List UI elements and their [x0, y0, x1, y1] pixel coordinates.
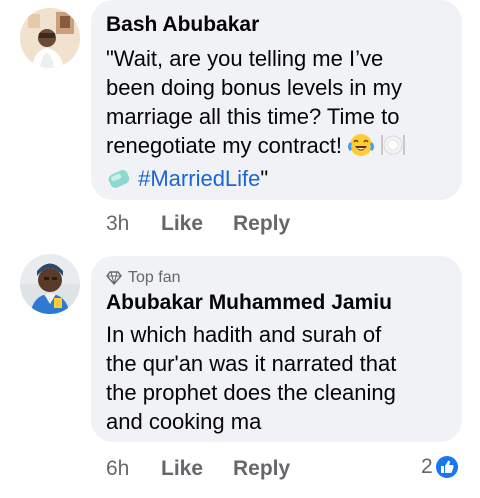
- comment-line: marriage all this time? Time to: [106, 104, 400, 129]
- comment-line: the qur'an was it narrated that: [106, 351, 397, 376]
- comment-time[interactable]: 3h: [106, 212, 161, 236]
- comment-line: the prophet does the cleaning: [106, 380, 396, 405]
- soap-emoji: [106, 166, 132, 197]
- avatar[interactable]: [20, 254, 80, 314]
- comment-line: renegotiate my contract!: [106, 133, 343, 158]
- reaction-count: 2: [421, 455, 433, 478]
- comment-line: In which hadith and surah of: [106, 322, 382, 347]
- diamond-icon: [106, 271, 122, 286]
- top-fan-badge[interactable]: Top fan: [106, 268, 446, 288]
- closing-quote: ": [260, 166, 269, 191]
- comment-author[interactable]: Bash Abubakar: [106, 12, 446, 38]
- plate-cutlery-emoji: [380, 133, 406, 164]
- reaction-summary[interactable]: 2: [421, 455, 459, 479]
- comment-line: been doing bonus levels in my: [106, 75, 402, 100]
- like-button[interactable]: Like: [161, 212, 233, 236]
- comment-bubble: Top fan Abubakar Muhammed Jamiu In which…: [91, 256, 462, 442]
- reply-button[interactable]: Reply: [233, 457, 290, 481]
- comment-text: In which hadith and surah of the qur'an …: [106, 320, 446, 436]
- badge-label: Top fan: [128, 269, 181, 286]
- avatar-photo-1: [20, 8, 80, 68]
- comment-time[interactable]: 6h: [106, 457, 161, 481]
- comment-line-with-emoji: renegotiate my contract!: [106, 131, 446, 164]
- comment-line: "Wait, are you telling me I’ve: [106, 46, 384, 71]
- comment-text: "Wait, are you telling me I’ve been doin…: [106, 44, 446, 197]
- like-button[interactable]: Like: [161, 457, 233, 481]
- comment-bubble: Bash Abubakar "Wait, are you telling me …: [91, 0, 462, 200]
- avatar-photo-2: [20, 254, 80, 314]
- avatar[interactable]: [20, 8, 80, 68]
- comment-line: and cooking ma: [106, 409, 262, 434]
- like-reaction-icon: [435, 455, 459, 479]
- reply-button[interactable]: Reply: [233, 212, 290, 236]
- hashtag-link[interactable]: #MarriedLife: [138, 166, 260, 191]
- comment-actions: 3h Like Reply: [106, 212, 290, 236]
- comment-author[interactable]: Abubakar Muhammed Jamiu: [106, 290, 446, 316]
- comment-line-hashtag: #MarriedLife": [106, 164, 446, 197]
- laughing-crying-emoji: [348, 133, 375, 164]
- comment-actions: 6h Like Reply: [106, 457, 290, 481]
